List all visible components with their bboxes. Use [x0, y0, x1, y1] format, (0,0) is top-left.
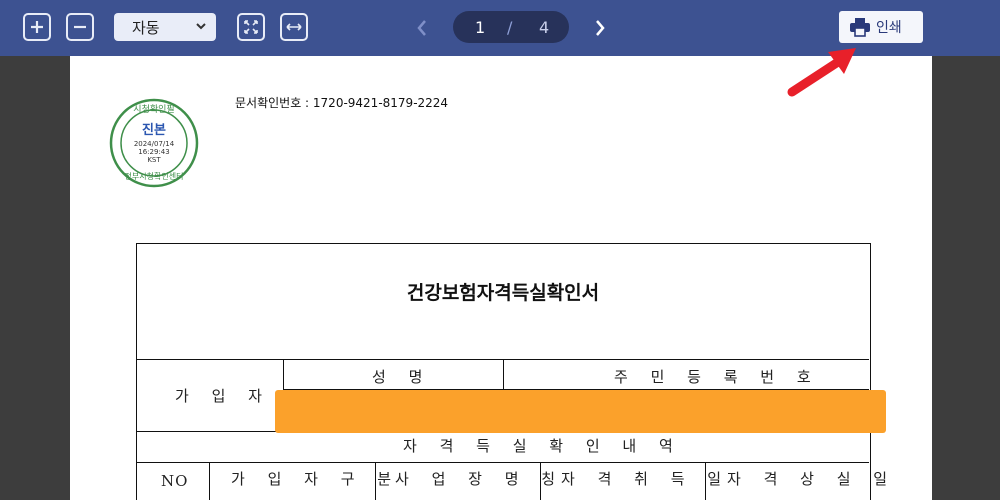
stamp-time: 16:29:43 — [138, 148, 169, 156]
total-pages: 4 — [539, 17, 550, 37]
annotation-arrow-icon — [787, 48, 856, 97]
column-header-subscriber-type: 가 입 자 구 분 — [231, 470, 401, 488]
stamp-date: 2024/07/14 — [134, 140, 175, 148]
column-header-no: NO — [161, 472, 189, 490]
document-title: 건강보험자격득실확인서 — [406, 282, 600, 304]
plus-icon — [31, 21, 43, 33]
authenticity-stamp: 시청확인필 진본 2024/07/14 16:29:43 KST 정부시청확인센… — [108, 97, 200, 189]
column-header-acquisition-date: 자 격 취 득 일 — [561, 470, 731, 488]
subscriber-label: 가 입 자 — [175, 387, 271, 405]
redaction-box — [275, 390, 886, 433]
document-page: 시청확인필 진본 2024/07/14 16:29:43 KST 정부시청확인센… — [70, 56, 932, 500]
prev-page-button[interactable] — [410, 14, 434, 42]
fit-page-button[interactable] — [237, 13, 265, 41]
current-page-field[interactable]: 1 — [475, 18, 485, 37]
certificate-form: 건강보험자격득실확인서 가 입 자 성 명 주 민 등 록 번 호 자 격 득 … — [136, 243, 887, 500]
page-indicator: 1 / 4 — [453, 11, 569, 43]
next-page-button[interactable] — [588, 14, 612, 42]
stamp-top-text: 시청확인필 — [133, 103, 174, 115]
minus-icon — [74, 25, 86, 29]
document-number: 문서확인번호 : 1720-9421-8179-2224 — [235, 96, 449, 110]
print-button[interactable]: 인쇄 — [839, 11, 923, 43]
stamp-bottom-text: 정부시청확인센터 — [125, 171, 184, 181]
column-header-workplace-name: 사 업 장 명 칭 — [395, 470, 565, 488]
chevron-down-icon — [196, 23, 206, 30]
print-button-label: 인쇄 — [876, 20, 902, 36]
stamp-center-text: 진본 — [142, 122, 166, 138]
zoom-out-button[interactable] — [66, 13, 94, 41]
fit-page-icon — [244, 20, 258, 34]
printer-icon — [850, 18, 870, 37]
chevron-left-icon — [417, 20, 426, 36]
zoom-in-button[interactable] — [23, 13, 51, 41]
stamp-timezone: KST — [147, 156, 161, 164]
fit-width-icon — [286, 23, 302, 31]
fit-width-button[interactable] — [280, 13, 308, 41]
column-header-loss-date: 자 격 상 실 일 — [727, 470, 897, 488]
zoom-select-value: 자동 — [132, 18, 160, 37]
name-header: 성 명 — [372, 368, 432, 386]
zoom-select[interactable]: 자동 — [114, 13, 216, 41]
chevron-right-icon — [596, 20, 605, 36]
page-separator: / — [507, 17, 513, 37]
rrn-header: 주 민 등 록 번 호 — [614, 368, 820, 386]
history-header: 자 격 득 실 확 인 내 역 — [403, 437, 682, 455]
